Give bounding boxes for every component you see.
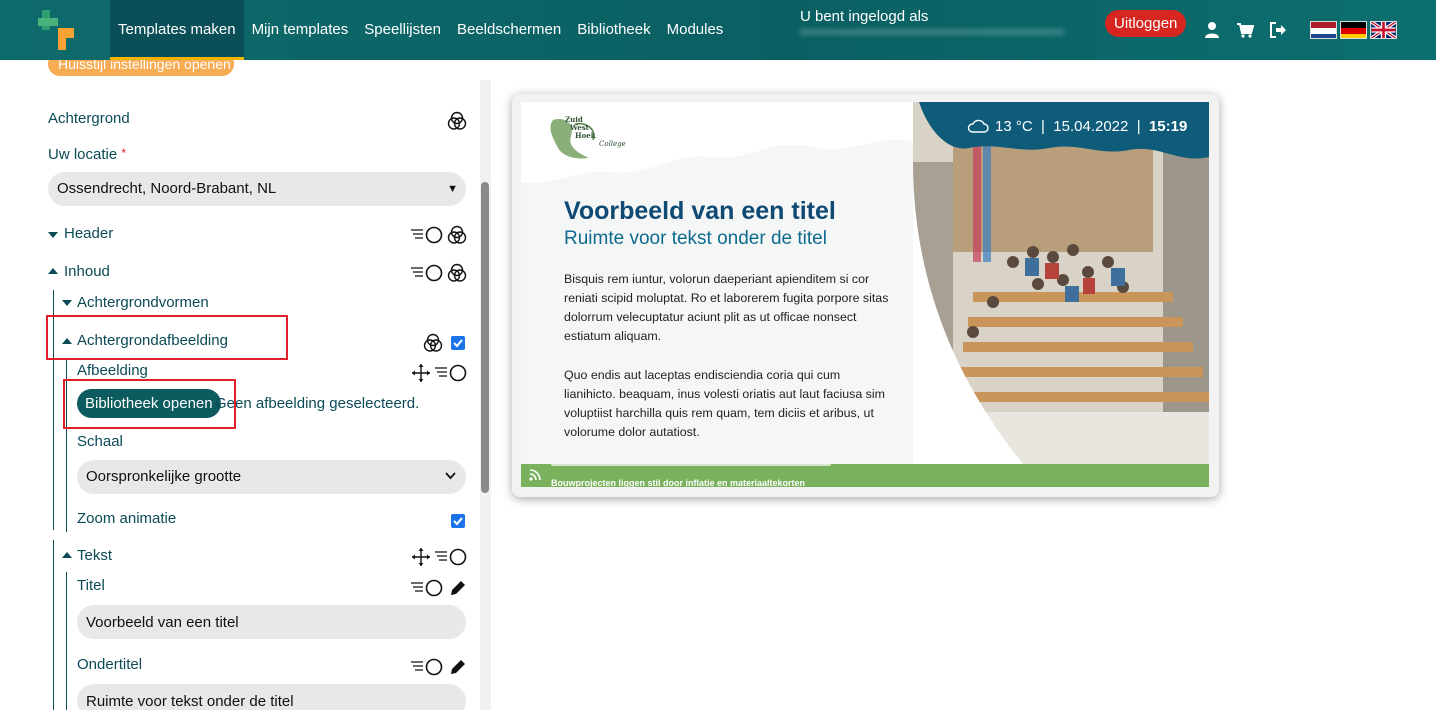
logo-line: Hoek bbox=[575, 131, 596, 140]
nav-bibliotheek[interactable]: Bibliotheek bbox=[569, 0, 658, 60]
preview-title: Voorbeeld van een titel bbox=[564, 197, 836, 225]
school-logo: Zuid West Hoek College bbox=[545, 114, 626, 164]
no-image-text: Geen afbeelding geselecteerd. bbox=[215, 395, 420, 412]
move-arrows-icon[interactable] bbox=[411, 547, 431, 567]
panel-scrollbar-thumb[interactable] bbox=[481, 182, 489, 493]
weather-sep: | bbox=[1041, 118, 1045, 135]
color-circles-icon[interactable] bbox=[447, 225, 467, 245]
top-navbar: Templates maken Mijn templates Speellijs… bbox=[0, 0, 1436, 60]
zoom-animatie-checkbox[interactable] bbox=[451, 514, 465, 528]
schaal-select[interactable]: Oorspronkelijke grootte bbox=[77, 460, 466, 494]
sort-lines-circle-icon[interactable] bbox=[410, 263, 444, 283]
login-label: U bent ingelogd als bbox=[800, 8, 929, 25]
rss-icon bbox=[529, 469, 541, 481]
cart-icon[interactable] bbox=[1236, 21, 1254, 39]
news-ticker: Bouwprojecten liggen stil door inflatie … bbox=[521, 464, 1209, 487]
location-select[interactable]: Ossendrecht, Noord-Brabant, NL ▼ bbox=[48, 172, 466, 206]
sign-out-icon[interactable] bbox=[1269, 21, 1287, 39]
school-logo-text: Zuid West Hoek College bbox=[565, 116, 626, 149]
location-label: Uw locatie * bbox=[48, 146, 127, 163]
flag-nl-icon[interactable] bbox=[1310, 21, 1337, 39]
sort-lines-circle-icon[interactable] bbox=[434, 363, 468, 383]
login-user-redacted: xxxxxxxxxxxxxxxxxxxxxxxxxxxxxxxxxxxxxxxx… bbox=[800, 26, 1064, 38]
template-preview: Zuid West Hoek College 13 °C | 15.04.202… bbox=[521, 102, 1209, 487]
preview-paragraph-1: Bisquis rem iuntur, volorun daeperiant a… bbox=[564, 272, 889, 343]
nav-mijn-templates[interactable]: Mijn templates bbox=[244, 0, 357, 60]
caret-down-icon[interactable] bbox=[62, 300, 72, 306]
caret-down-icon[interactable] bbox=[48, 232, 58, 238]
caret-down-icon: ▼ bbox=[447, 183, 458, 195]
cloud-icon bbox=[967, 119, 989, 133]
move-arrows-icon[interactable] bbox=[411, 363, 431, 383]
nav-templates-maken[interactable]: Templates maken bbox=[110, 0, 244, 60]
sort-lines-circle-icon[interactable] bbox=[410, 657, 444, 677]
inhoud-section-toggle[interactable]: Inhoud bbox=[64, 263, 110, 280]
schaal-value: Oorspronkelijke grootte bbox=[86, 468, 242, 485]
color-circles-icon[interactable] bbox=[423, 333, 443, 353]
caret-up-icon[interactable] bbox=[62, 552, 72, 558]
huisstijl-button[interactable]: Huisstijl instellingen openen bbox=[48, 60, 234, 76]
ondertitel-label: Ondertitel bbox=[77, 656, 143, 673]
pencil-icon[interactable] bbox=[448, 578, 468, 598]
location-value: Ossendrecht, Noord-Brabant, NL bbox=[57, 180, 277, 197]
flag-de-icon[interactable] bbox=[1340, 21, 1367, 39]
app-logo[interactable] bbox=[38, 10, 78, 50]
settings-panel: Huisstijl instellingen openen Achtergron… bbox=[0, 60, 478, 710]
achtergrondafbeelding-checkbox[interactable] bbox=[451, 336, 465, 350]
afbeelding-label: Afbeelding bbox=[77, 362, 148, 379]
highlight-box bbox=[46, 315, 288, 360]
logo-line: College bbox=[599, 140, 626, 148]
preview-paragraph-2: Quo endis aut laceptas endisciendia cori… bbox=[564, 368, 885, 439]
sort-lines-circle-icon[interactable] bbox=[410, 578, 444, 598]
weather-temp: 13 °C bbox=[995, 118, 1033, 135]
highlight-box bbox=[63, 379, 236, 429]
color-circles-icon[interactable] bbox=[447, 263, 467, 283]
ticker-previous-line bbox=[551, 464, 831, 466]
nav-speellijsten[interactable]: Speellijsten bbox=[356, 0, 449, 60]
weather-sep: | bbox=[1136, 118, 1141, 135]
tree-line bbox=[53, 540, 54, 710]
user-icon[interactable] bbox=[1203, 21, 1221, 39]
sort-lines-circle-icon[interactable] bbox=[434, 547, 468, 567]
sort-lines-circle-icon[interactable] bbox=[410, 225, 444, 245]
ondertitel-input[interactable]: Ruimte voor tekst onder de titel bbox=[77, 684, 466, 710]
tekst-toggle[interactable]: Tekst bbox=[77, 547, 112, 564]
nav-beeldschermen[interactable]: Beeldschermen bbox=[449, 0, 569, 60]
zoom-animatie-label: Zoom animatie bbox=[77, 510, 177, 527]
weather-time: 15:19 bbox=[1148, 118, 1188, 135]
tree-line bbox=[66, 572, 67, 710]
achtergrond-label[interactable]: Achtergrond bbox=[48, 110, 130, 127]
titel-label: Titel bbox=[77, 577, 105, 594]
preview-subtitle: Ruimte voor tekst onder de titel bbox=[564, 228, 827, 249]
ticker-text: Bouwprojecten liggen stil door inflatie … bbox=[551, 478, 806, 487]
chevron-down-icon bbox=[445, 472, 456, 480]
color-circles-icon[interactable] bbox=[447, 111, 467, 131]
pencil-icon[interactable] bbox=[448, 657, 468, 677]
weather-readout: 13 °C | 15.04.2022 | 15:19 bbox=[995, 118, 1187, 135]
main-nav: Templates maken Mijn templates Speellijs… bbox=[110, 0, 731, 60]
header-section-toggle[interactable]: Header bbox=[64, 225, 113, 242]
titel-input[interactable]: Voorbeeld van een titel bbox=[77, 605, 466, 639]
logout-button[interactable]: Uitloggen bbox=[1105, 10, 1187, 37]
flag-uk-icon[interactable] bbox=[1370, 21, 1397, 39]
schaal-label: Schaal bbox=[77, 433, 123, 450]
nav-modules[interactable]: Modules bbox=[659, 0, 732, 60]
weather-date: 15.04.2022 bbox=[1053, 118, 1129, 135]
caret-up-icon[interactable] bbox=[48, 268, 58, 274]
achtergrondvormen-toggle[interactable]: Achtergrondvormen bbox=[77, 294, 209, 311]
tree-line bbox=[66, 502, 67, 532]
